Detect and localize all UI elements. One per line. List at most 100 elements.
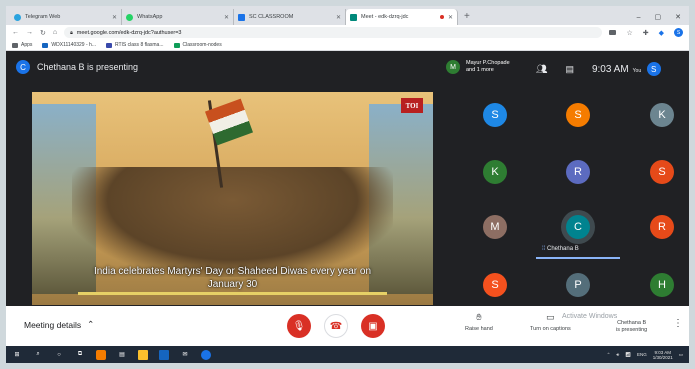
presenting-label: Chethana B is presenting <box>37 62 139 72</box>
participant-tile[interactable]: S <box>483 273 507 297</box>
speaking-participant-name: ⁞⁞ Chethana B <box>542 246 579 252</box>
volume-icon[interactable]: 🔊︎ <box>616 352 619 357</box>
pinned-participant[interactable]: M Mayur P.Chopade and 1 more <box>446 60 510 74</box>
captions-icon: ▭ <box>546 312 555 322</box>
leave-call-button[interactable]: ☎︎ <box>324 314 348 338</box>
taskbar-clock[interactable]: 9:03 AM 1/30/2021 <box>653 350 673 360</box>
participant-tile[interactable]: S <box>650 160 674 184</box>
participant-tile[interactable]: C <box>566 215 590 239</box>
app-icon[interactable] <box>159 349 169 360</box>
mic-off-button[interactable]: 🎙︎ <box>287 314 311 338</box>
toi-logo: TOI <box>401 98 423 113</box>
meet-area: C Chethana B is presenting TOI India cel… <box>6 52 689 306</box>
bookmarks-bar: Apps WDX11140329 - h... RTIS class 8 fla… <box>6 40 689 51</box>
close-icon[interactable]: ✕ <box>448 14 453 21</box>
raise-hand-button[interactable]: ✋︎ Raise hand <box>465 312 493 332</box>
app-icon[interactable] <box>96 349 106 360</box>
self-avatar[interactable]: S <box>646 62 661 76</box>
close-icon[interactable]: ✕ <box>224 14 229 21</box>
close-window-icon[interactable]: ✕ <box>675 13 681 21</box>
participant-tile[interactable]: R <box>650 215 674 239</box>
profile-avatar[interactable]: S <box>674 28 683 37</box>
bookmark-item[interactable]: Classroom-nodes <box>173 42 222 48</box>
soldiers-image <box>72 167 393 277</box>
tab-whatsapp[interactable]: WhatsApp ✕ <box>122 9 234 25</box>
classroom-icon <box>173 42 180 48</box>
toolbar: ← → ↻ ⌂ 🔒︎ meet.google.com/edk-dzrq-jdc?… <box>6 25 689 40</box>
chrome-icon[interactable] <box>201 349 211 360</box>
hangup-icon: ☎︎ <box>329 320 343 332</box>
url-text: meet.google.com/edk-dzrq-jdc?authuser=3 <box>76 29 182 36</box>
you-label: You <box>632 68 642 74</box>
presenter-avatar: C <box>16 60 30 74</box>
minimize-icon[interactable]: – <box>637 14 641 21</box>
presentation-stage[interactable]: TOI India celebrates Martyrs' Day or Sha… <box>32 92 433 305</box>
camera-off-button[interactable]: ▣ <box>361 314 385 338</box>
participant-tile[interactable]: H <box>650 273 674 297</box>
participant-tile[interactable]: M <box>483 215 507 239</box>
classroom-icon <box>238 13 245 21</box>
caption-underline <box>78 292 387 295</box>
address-bar[interactable]: 🔒︎ meet.google.com/edk-dzrq-jdc?authuser… <box>64 27 603 38</box>
tab-strip: Telegram Web ✕ WhatsApp ✕ SC CLASSROOM ✕… <box>6 6 689 25</box>
participant-tile[interactable]: P <box>566 273 590 297</box>
home-icon[interactable]: ⌂ <box>53 29 57 36</box>
bookmark-apps[interactable]: Apps <box>12 42 32 48</box>
more-options-icon[interactable]: ⋮ <box>673 318 683 329</box>
new-tab-button[interactable]: + <box>458 9 476 25</box>
participant-avatar: M <box>446 60 460 74</box>
participant-tile[interactable]: K <box>650 103 674 127</box>
search-icon[interactable]: ⌕ <box>33 350 43 360</box>
audio-level-icon: ⁞⁞ <box>542 246 546 252</box>
extensions-icon[interactable]: ✚ <box>643 29 649 37</box>
camera-off-icon: ▣ <box>368 320 378 332</box>
star-icon[interactable]: ☆ <box>626 29 632 37</box>
chat-icon[interactable]: ▤ <box>565 64 574 75</box>
meeting-clock: 9:03 AM <box>591 63 629 75</box>
windows-start-icon[interactable]: ⊞ <box>12 350 22 360</box>
meeting-details-button[interactable]: Meeting details ⌃ <box>24 319 94 330</box>
store-icon[interactable]: ▤ <box>117 350 127 360</box>
file-explorer-icon[interactable] <box>138 349 148 360</box>
forward-icon[interactable]: → <box>26 29 33 36</box>
reload-icon[interactable]: ↻ <box>40 29 46 37</box>
tab-telegram[interactable]: Telegram Web ✕ <box>10 9 122 25</box>
browser-window: Telegram Web ✕ WhatsApp ✕ SC CLASSROOM ✕… <box>6 6 689 363</box>
chevron-up-icon: ⌃ <box>87 319 95 329</box>
participant-tile[interactable]: K <box>483 160 507 184</box>
mic-off-icon: 🎙︎ <box>292 320 306 332</box>
presenting-header: C Chethana B is presenting <box>16 60 138 74</box>
bookmark-item[interactable]: RTIS class 8 flasma... <box>105 42 164 48</box>
extension-icon[interactable]: ◆ <box>659 29 664 37</box>
maximize-icon[interactable]: ▢ <box>655 13 662 21</box>
people-icon[interactable]: 👥︎ <box>536 64 547 75</box>
participant-tile[interactable]: S <box>566 103 590 127</box>
close-icon[interactable]: ✕ <box>112 14 117 21</box>
task-view-icon[interactable]: ⧉ <box>75 350 85 360</box>
notification-icon[interactable]: ▭ <box>679 352 683 358</box>
cortana-icon[interactable]: ○ <box>54 350 64 360</box>
bookmark-item[interactable]: WDX11140329 - h... <box>42 42 96 48</box>
mail-icon[interactable]: ✉ <box>180 350 190 360</box>
tab-classroom[interactable]: SC CLASSROOM ✕ <box>234 9 346 25</box>
close-icon[interactable]: ✕ <box>336 14 341 21</box>
speaking-underline <box>536 257 620 259</box>
activate-windows-watermark: Activate Windows <box>562 313 618 320</box>
presenting-button[interactable]: Chethana B is presenting <box>616 320 647 333</box>
bookmark-icon <box>105 42 112 48</box>
network-icon[interactable]: 📶︎ <box>625 352 631 358</box>
meet-icon <box>350 13 357 21</box>
windows-taskbar: ⊞ ⌕ ○ ⧉ ▤ ✉ ⌃ 🔊︎ 📶︎ ENG 9:03 AM 1/30/202… <box>6 346 689 363</box>
recording-dot-icon <box>439 15 444 19</box>
lock-icon: 🔒︎ <box>70 29 73 36</box>
language-indicator[interactable]: ENG <box>637 352 647 357</box>
meet-controls-bar: Meeting details ⌃ 🎙︎ ☎︎ ▣ ✋︎ Raise hand … <box>6 306 689 346</box>
participant-tile[interactable]: S <box>483 103 507 127</box>
tray-chevron-icon[interactable]: ⌃ <box>607 352 611 358</box>
back-icon[interactable]: ← <box>12 29 19 36</box>
presentation-caption: India celebrates Martyrs' Day or Shaheed… <box>93 266 372 290</box>
camera-icon[interactable] <box>609 30 617 35</box>
tab-meet[interactable]: Meet - edk-dzrq-jdc ✕ <box>346 9 458 25</box>
hand-icon: ✋︎ <box>476 312 482 322</box>
participant-tile[interactable]: R <box>566 160 590 184</box>
